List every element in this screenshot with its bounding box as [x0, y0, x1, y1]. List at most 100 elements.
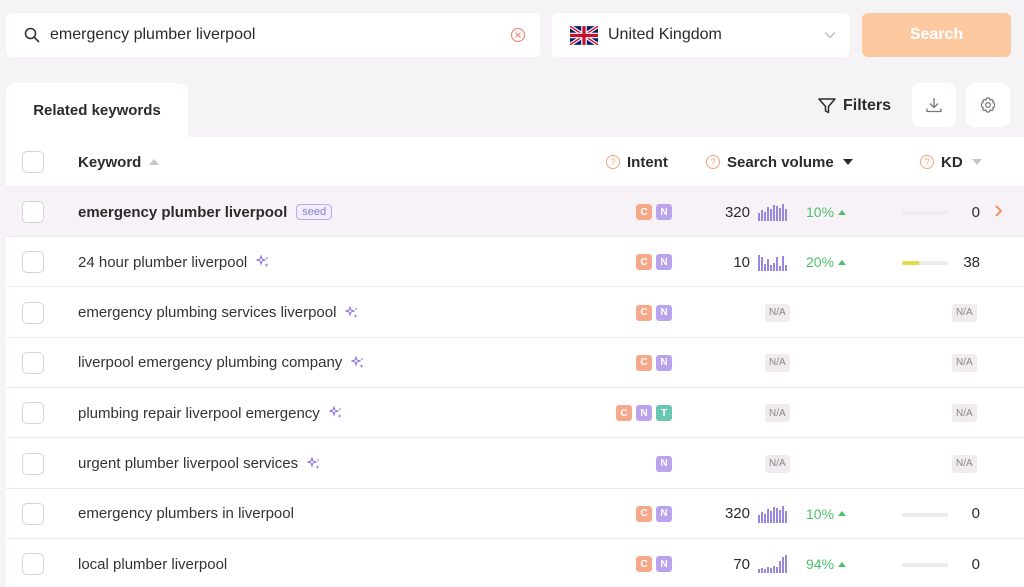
table-row[interactable]: urgent plumber liverpool services N N/A N/A — [6, 439, 1024, 489]
trend-bar — [770, 510, 772, 523]
search-button[interactable]: Search — [862, 13, 1011, 57]
trend-bar — [761, 210, 763, 221]
clear-icon[interactable] — [510, 27, 526, 43]
ai-sparkle-icon — [345, 305, 358, 318]
trend-bar — [764, 513, 766, 523]
ai-sparkle-icon — [307, 456, 320, 469]
volume-na: N/A — [765, 454, 790, 473]
search-icon — [24, 27, 40, 43]
keyword-cell[interactable]: plumbing repair liverpool emergency — [78, 388, 343, 438]
trend-bar — [779, 509, 781, 523]
table-row[interactable]: plumbing repair liverpool emergency C N T N/… — [6, 388, 1024, 439]
trend-bar — [767, 259, 769, 272]
keyword-text[interactable]: plumbing repair liverpool emergency — [78, 405, 320, 422]
column-kd-label: KD — [941, 153, 963, 171]
table-row[interactable]: emergency plumbing services liverpool C N N… — [6, 288, 1024, 338]
select-all-checkbox[interactable] — [22, 151, 44, 173]
intent-cell: CN — [636, 288, 672, 338]
intent-badge: N — [656, 204, 672, 220]
table-row[interactable]: liverpool emergency plumbing company C N N/… — [6, 338, 1024, 388]
volume-cell: 10 20% — [706, 237, 856, 287]
row-checkbox[interactable] — [22, 553, 44, 576]
tab-related-keywords[interactable]: Related keywords — [6, 83, 188, 138]
trend-bar — [779, 266, 781, 272]
sort-desc-icon — [971, 159, 982, 165]
keyword-cell[interactable]: urgent plumber liverpool services — [78, 439, 321, 489]
trend-bar — [773, 205, 775, 221]
table-row[interactable]: local plumber liverpool C N 70 94% 0 — [6, 539, 1024, 587]
trend-bar — [758, 514, 760, 523]
intent-badge: N — [656, 304, 672, 321]
kd-na: N/A — [952, 353, 977, 372]
kd-value: 0 — [971, 505, 980, 523]
keyword-text[interactable]: 24 hour plumber liverpool — [78, 254, 247, 271]
trend-percent: 10% — [806, 204, 846, 220]
search-input[interactable]: emergency plumber liverpool — [6, 13, 540, 57]
download-icon — [926, 98, 942, 113]
table-row[interactable]: 24 hour plumber liverpool C N 10 20% 38 — [6, 237, 1024, 288]
keyword-text[interactable]: liverpool emergency plumbing company — [78, 354, 342, 371]
help-icon[interactable]: ? — [920, 155, 934, 169]
settings-button[interactable] — [966, 83, 1010, 127]
trend-bar — [776, 507, 778, 523]
row-checkbox[interactable] — [22, 402, 44, 425]
column-search-volume[interactable]: ? Search volume — [706, 137, 853, 187]
intent-badge: C — [636, 304, 652, 321]
row-checkbox[interactable] — [22, 502, 44, 525]
keyword-cell[interactable]: emergency plumbers in liverpool — [78, 489, 294, 539]
volume-trend-chart — [758, 555, 798, 574]
volume-cell: 320 10% — [706, 489, 856, 539]
intent-badge: N — [656, 505, 672, 522]
trend-bar — [785, 265, 787, 272]
keyword-cell[interactable]: local plumber liverpool — [78, 539, 227, 587]
kd-na: N/A — [952, 404, 977, 423]
keyword-cell[interactable]: emergency plumbing services liverpool — [78, 288, 359, 338]
trend-bar — [767, 207, 769, 221]
keyword-cell[interactable]: liverpool emergency plumbing company — [78, 338, 365, 388]
table-row[interactable]: emergency plumber liverpool seed C N 320 10% 0 — [6, 187, 1024, 237]
intent-cell: CNT — [616, 388, 672, 438]
filters-button[interactable]: Filters — [818, 94, 891, 118]
trend-bar — [764, 569, 766, 574]
intent-badge: C — [636, 505, 652, 522]
help-icon[interactable]: ? — [606, 155, 620, 169]
column-intent-label: Intent — [627, 153, 668, 171]
help-icon[interactable]: ? — [706, 155, 720, 169]
trend-bar — [773, 263, 775, 272]
intent-cell: CN — [636, 489, 672, 539]
filters-label: Filters — [843, 97, 892, 114]
column-kd[interactable]: ? KD — [920, 137, 982, 187]
trend-bar — [767, 567, 769, 574]
intent-badge: C — [636, 204, 652, 220]
chevron-right-icon[interactable] — [994, 204, 1004, 218]
row-checkbox[interactable] — [22, 452, 44, 475]
gear-icon — [980, 97, 996, 113]
column-keyword[interactable]: Keyword — [78, 137, 160, 187]
row-checkbox[interactable] — [22, 201, 44, 223]
volume-trend-chart — [758, 505, 798, 523]
trend-bar — [761, 511, 763, 523]
keyword-text[interactable]: emergency plumber liverpool — [78, 204, 287, 221]
row-checkbox[interactable] — [22, 351, 44, 374]
ai-sparkle-icon — [328, 406, 342, 419]
trend-bar — [758, 569, 760, 574]
intent-badge: N — [636, 405, 652, 422]
keyword-text[interactable]: urgent plumber liverpool services — [78, 455, 298, 472]
row-checkbox[interactable] — [22, 251, 44, 274]
download-button[interactable] — [912, 83, 956, 127]
trend-bar — [785, 209, 787, 221]
trend-bar — [770, 568, 772, 574]
volume-value: 10 — [733, 253, 750, 271]
column-volume-label: Search volume — [727, 153, 834, 171]
column-intent[interactable]: ? Intent — [606, 137, 668, 187]
table-row[interactable]: emergency plumbers in liverpool C N 320 10% 0 — [6, 489, 1024, 539]
trend-bar — [764, 264, 766, 272]
search-query[interactable]: emergency plumber liverpool — [50, 26, 510, 44]
keyword-text[interactable]: local plumber liverpool — [78, 556, 227, 573]
row-checkbox[interactable] — [22, 301, 44, 324]
keyword-cell[interactable]: 24 hour plumber liverpool — [78, 237, 270, 287]
keyword-cell[interactable]: emergency plumber liverpool seed — [78, 187, 333, 237]
keyword-text[interactable]: emergency plumbers in liverpool — [78, 505, 294, 522]
keyword-text[interactable]: emergency plumbing services liverpool — [78, 304, 336, 321]
country-select[interactable]: United Kingdom — [552, 13, 850, 57]
